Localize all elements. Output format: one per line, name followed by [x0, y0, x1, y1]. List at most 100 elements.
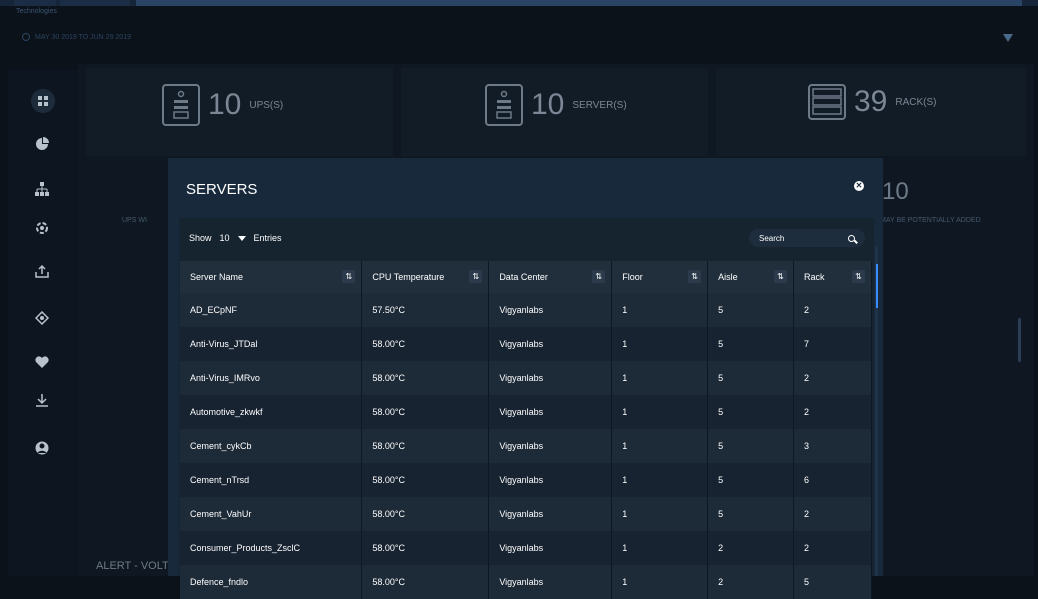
col-aisle[interactable]: Aisle ⇅	[707, 261, 795, 293]
cell-floor: 1	[611, 327, 709, 361]
search-input[interactable]: Search	[749, 229, 865, 247]
dashboard-icon[interactable]	[31, 89, 55, 113]
nav-tab-3[interactable]	[136, 0, 1022, 6]
server-count: 10	[531, 88, 565, 121]
sort-icon[interactable]: ⇅	[852, 270, 865, 283]
refresh-icon[interactable]	[34, 310, 50, 326]
modal-title: SERVERS	[186, 181, 258, 198]
cell-data-center: Vigyanlabs	[488, 361, 613, 395]
cell-server-name: Automotive_zkwkf	[180, 395, 363, 429]
cell-cpu-temperature: 58.00°C	[361, 429, 490, 463]
table-header-row: Server Name ⇅ CPU Temperature ⇅ Data Cente…	[180, 261, 872, 293]
ups-count: 10	[208, 88, 242, 121]
sort-icon[interactable]: ⇅	[469, 270, 483, 283]
date-range[interactable]: MAY 30 2019 TO JUN 29 2019	[22, 33, 131, 41]
modal-table-panel: Show 10 Entries Search Server Name ⇅ CPU …	[179, 218, 874, 599]
col-floor[interactable]: Floor ⇅	[611, 261, 709, 293]
cell-cpu-temperature: 58.00°C	[361, 395, 490, 429]
table-row[interactable]: Cement_cykCb 58.00°C Vigyanlabs 1 5 3	[180, 429, 872, 463]
col-server-name[interactable]: Server Name ⇅	[180, 261, 363, 293]
ups-stat: 10 UPS(S)	[162, 84, 283, 126]
cell-server-name: Defence_fndlo	[180, 565, 363, 599]
rack-label: RACK(S)	[895, 96, 937, 108]
table-row[interactable]: Automotive_zkwkf 58.00°C Vigyanlabs 1 5 2	[180, 395, 872, 429]
sort-icon[interactable]: ⇅	[342, 270, 356, 283]
entries-control: Show 10 Entries	[189, 233, 282, 243]
cell-cpu-temperature: 58.00°C	[361, 497, 490, 531]
cell-floor: 1	[611, 361, 709, 395]
cell-data-center: Vigyanlabs	[488, 531, 613, 565]
table-row[interactable]: Consumer_Products_ZsclC 58.00°C Vigyanlabs…	[180, 531, 872, 565]
cell-aisle: 5	[707, 395, 795, 429]
col-data-center[interactable]: Data Center ⇅	[488, 261, 613, 293]
sort-icon[interactable]: ⇅	[592, 270, 606, 283]
nav-tab-2[interactable]	[60, 0, 130, 6]
cell-rack: 5	[793, 565, 872, 599]
col-rack[interactable]: Rack ⇅	[793, 261, 872, 293]
clock-icon	[22, 33, 30, 41]
potential-count: 10	[882, 178, 909, 205]
cell-aisle: 5	[707, 361, 795, 395]
sort-icon[interactable]: ⇅	[688, 270, 702, 283]
caret-down-icon	[237, 235, 246, 241]
alert-title: ALERT - VOLT	[96, 560, 169, 572]
cell-aisle: 5	[707, 293, 795, 327]
cell-rack: 2	[793, 293, 872, 327]
upload-icon[interactable]	[34, 263, 50, 279]
show-label: Show	[189, 233, 212, 243]
cell-aisle: 2	[707, 531, 795, 565]
cell-floor: 1	[611, 565, 709, 599]
cell-floor: 1	[611, 395, 709, 429]
hierarchy-icon[interactable]	[34, 181, 50, 197]
potential-label: MAY BE POTENTIALLY ADDED	[880, 217, 981, 224]
cell-data-center: Vigyanlabs	[488, 429, 613, 463]
filter-icon[interactable]	[1003, 34, 1013, 42]
cell-rack: 6	[793, 463, 872, 497]
cell-server-name: Cement_VahUr	[180, 497, 363, 531]
cell-rack: 2	[793, 497, 872, 531]
entries-value: 10	[219, 233, 230, 243]
cell-data-center: Vigyanlabs	[488, 327, 613, 361]
sort-icon[interactable]: ⇅	[774, 270, 788, 283]
entries-select[interactable]: 10	[220, 233, 246, 243]
nav-tab-1[interactable]	[14, 0, 56, 6]
cell-data-center: Vigyanlabs	[488, 565, 613, 599]
cell-aisle: 5	[707, 497, 795, 531]
cell-data-center: Vigyanlabs	[488, 293, 613, 327]
close-icon[interactable]: ✕	[854, 181, 864, 191]
settings-cycle-icon[interactable]	[34, 220, 50, 236]
cell-server-name: Consumer_Products_ZsclC	[180, 531, 363, 565]
table-row[interactable]: Defence_fndlo 58.00°C Vigyanlabs 1 2 5	[180, 565, 872, 599]
table-row[interactable]: Anti-Virus_JTDal 58.00°C Vigyanlabs 1 5 7	[180, 327, 872, 361]
cell-floor: 1	[611, 293, 709, 327]
cell-server-name: Cement_cykCb	[180, 429, 363, 463]
modal-scrollbar-thumb[interactable]	[876, 264, 878, 308]
search-placeholder: Search	[759, 233, 785, 243]
cell-rack: 3	[793, 429, 872, 463]
cell-rack: 2	[793, 361, 872, 395]
cell-floor: 1	[611, 463, 709, 497]
ups-device-icon	[162, 84, 200, 126]
cell-server-name: AD_ECpNF	[180, 293, 363, 327]
user-icon[interactable]	[34, 440, 50, 456]
cell-cpu-temperature: 58.00°C	[361, 327, 490, 361]
page-scrollbar[interactable]	[1018, 318, 1021, 362]
cell-data-center: Vigyanlabs	[488, 395, 613, 429]
cell-floor: 1	[611, 429, 709, 463]
cell-cpu-temperature: 58.00°C	[361, 361, 490, 395]
table-row[interactable]: Cement_VahUr 58.00°C Vigyanlabs 1 5 2	[180, 497, 872, 531]
cell-rack: 2	[793, 531, 872, 565]
cell-aisle: 5	[707, 463, 795, 497]
table-row[interactable]: Anti-Virus_IMRvo 58.00°C Vigyanlabs 1 5 2	[180, 361, 872, 395]
entries-label: Entries	[253, 233, 282, 243]
table-row[interactable]: Cement_nTrsd 58.00°C Vigyanlabs 1 5 6	[180, 463, 872, 497]
cell-data-center: Vigyanlabs	[488, 497, 613, 531]
table-row[interactable]: AD_ECpNF 57.50°C Vigyanlabs 1 5 2	[180, 293, 872, 327]
server-stat: 10 SERVER(S)	[485, 84, 627, 126]
col-cpu-temperature[interactable]: CPU Temperature ⇅	[361, 261, 490, 293]
cell-cpu-temperature: 58.00°C	[361, 531, 490, 565]
date-range-label: MAY 30 2019 TO JUN 29 2019	[35, 33, 131, 41]
pie-chart-icon[interactable]	[34, 136, 50, 152]
download-icon[interactable]	[34, 392, 50, 408]
heartbeat-icon[interactable]	[34, 354, 50, 370]
